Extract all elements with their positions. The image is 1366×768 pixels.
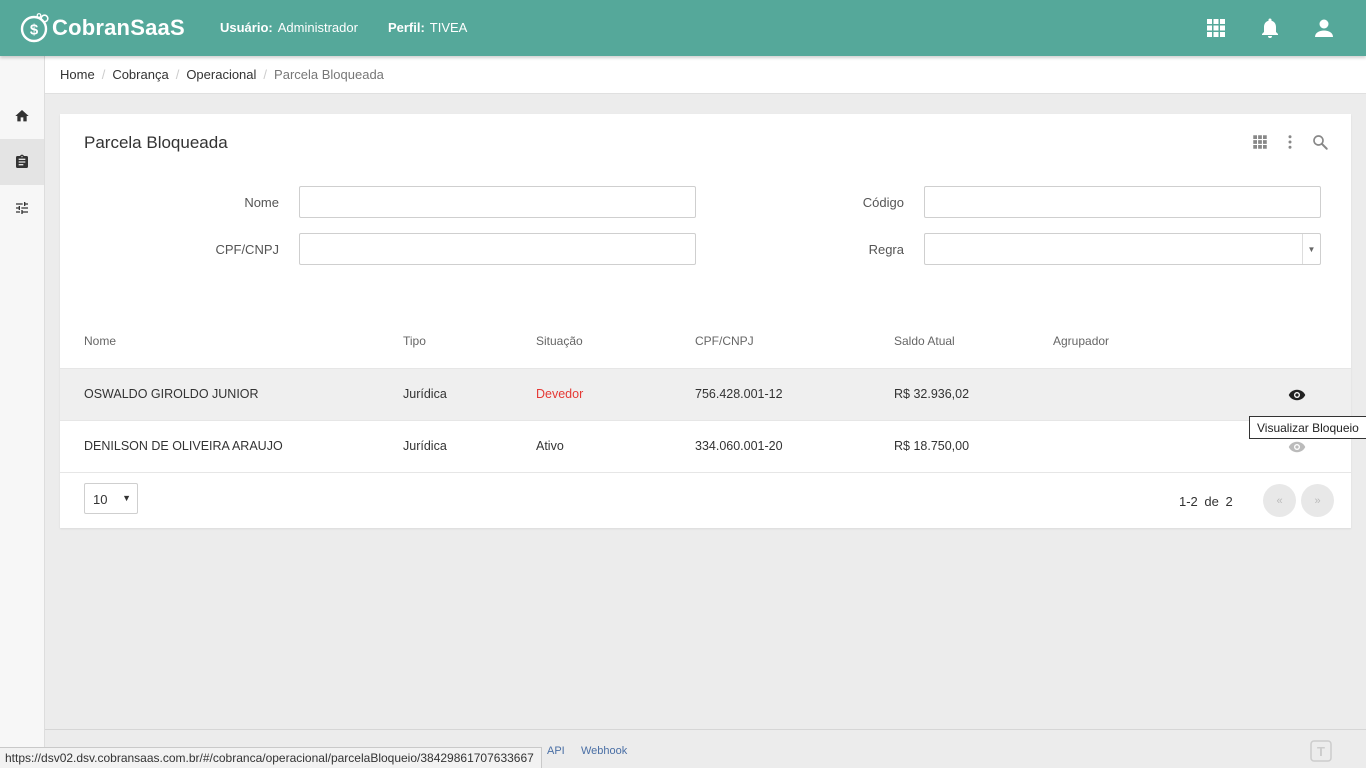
eye-icon[interactable] bbox=[1288, 387, 1306, 403]
cell-nome: DENILSON DE OLIVEIRA ARAUJO bbox=[84, 439, 283, 453]
cell-nome: OSWALDO GIROLDO JUNIOR bbox=[84, 387, 259, 401]
more-vert-icon[interactable] bbox=[1281, 133, 1299, 151]
cell-tipo: Jurídica bbox=[403, 439, 447, 453]
breadcrumb-separator: / bbox=[175, 67, 180, 82]
footer-link-api[interactable]: API bbox=[547, 745, 565, 757]
next-page-button[interactable]: » bbox=[1301, 484, 1334, 517]
user-info: Usuário: Administrador Perfil: TIVEA bbox=[220, 20, 467, 35]
profile-value: TIVEA bbox=[429, 20, 468, 35]
brand-logo-icon: T bbox=[1310, 740, 1332, 762]
breadcrumb-cobranca[interactable]: Cobrança bbox=[112, 67, 168, 82]
regra-select[interactable]: ▼ bbox=[924, 233, 1321, 265]
cell-situacao: Ativo bbox=[536, 439, 564, 453]
cell-saldo-atual: R$ 18.750,00 bbox=[894, 439, 970, 453]
pagination-info: 1-2 de 2 bbox=[1179, 494, 1233, 509]
cpf-cnpj-input[interactable] bbox=[299, 233, 696, 265]
search-icon[interactable] bbox=[1311, 133, 1329, 151]
bell-icon[interactable] bbox=[1258, 16, 1282, 40]
user-field: Usuário: Administrador bbox=[220, 20, 358, 35]
page-title: Parcela Bloqueada bbox=[84, 133, 228, 152]
logo-icon: $ bbox=[20, 13, 49, 43]
regra-label: Regra bbox=[868, 242, 904, 257]
sidebar bbox=[0, 56, 45, 768]
profile-label: Perfil: bbox=[387, 20, 425, 35]
clipboard-icon bbox=[16, 154, 28, 168]
column-header-cpf-cnpj[interactable]: CPF/CNPJ bbox=[695, 334, 754, 348]
grid-view-icon[interactable] bbox=[1251, 133, 1269, 151]
pagination-total: 2 bbox=[1225, 494, 1233, 509]
breadcrumb-home[interactable]: Home bbox=[60, 67, 95, 82]
breadcrumb: Home / Cobrança / Operacional / Parcela … bbox=[45, 56, 1366, 94]
pagination-range: 1-2 bbox=[1179, 494, 1198, 509]
chevron-down-icon: ▼ bbox=[122, 493, 131, 503]
cell-cpf-cnpj: 334.060.001-20 bbox=[695, 439, 783, 453]
chevron-down-icon: ▼ bbox=[1302, 234, 1320, 264]
svg-text:T: T bbox=[1317, 744, 1325, 759]
user-label: Usuário: bbox=[220, 20, 273, 35]
pagination-of: de bbox=[1204, 494, 1219, 509]
top-app-bar: $ CobranSaaS Usuário: Administrador Perfi… bbox=[0, 0, 1366, 56]
footer-link-webhook[interactable]: Webhook bbox=[581, 745, 627, 757]
nome-input[interactable] bbox=[299, 186, 696, 218]
tooltip: Visualizar Bloqueio bbox=[1249, 416, 1366, 439]
cell-cpf-cnpj: 756.428.001-12 bbox=[695, 387, 783, 401]
column-header-agrupador[interactable]: Agrupador bbox=[1053, 334, 1109, 348]
app-logo[interactable]: $ CobranSaaS bbox=[20, 11, 185, 45]
table-row[interactable]: OSWALDO GIROLDO JUNIOR Jurídica Devedor … bbox=[60, 368, 1351, 420]
column-header-tipo[interactable]: Tipo bbox=[403, 334, 426, 348]
user-value: Administrador bbox=[277, 20, 358, 35]
breadcrumb-separator: / bbox=[263, 67, 268, 82]
sidebar-item-clipboard[interactable] bbox=[0, 139, 44, 185]
breadcrumb-separator: / bbox=[101, 67, 106, 82]
sidebar-item-settings[interactable] bbox=[0, 185, 44, 231]
cpf-cnpj-label: CPF/CNPJ bbox=[215, 242, 279, 257]
user-account-icon[interactable] bbox=[1312, 16, 1336, 40]
svg-text:$: $ bbox=[30, 22, 39, 39]
cell-saldo-atual: R$ 32.936,02 bbox=[894, 387, 970, 401]
previous-page-button[interactable]: « bbox=[1263, 484, 1296, 517]
page-size-value: 10 bbox=[93, 492, 108, 507]
cell-tipo: Jurídica bbox=[403, 387, 447, 401]
breadcrumb-current: Parcela Bloqueada bbox=[274, 67, 384, 82]
tune-icon bbox=[16, 202, 28, 214]
profile-field: Perfil: TIVEA bbox=[388, 20, 467, 35]
codigo-input[interactable] bbox=[924, 186, 1321, 218]
nome-label: Nome bbox=[244, 195, 279, 210]
column-header-saldo-atual[interactable]: Saldo Atual bbox=[894, 334, 955, 348]
eye-icon[interactable] bbox=[1288, 439, 1306, 455]
table-row[interactable]: DENILSON DE OLIVEIRA ARAUJO Jurídica Ati… bbox=[60, 420, 1351, 472]
apps-grid-icon[interactable] bbox=[1204, 16, 1228, 40]
codigo-label: Código bbox=[862, 195, 904, 210]
table-divider bbox=[60, 472, 1351, 473]
column-header-situacao[interactable]: Situação bbox=[536, 334, 583, 348]
home-icon bbox=[15, 110, 29, 122]
main-card: Parcela Bloqueada Nome Código CPF/CNPJ R… bbox=[60, 114, 1351, 528]
column-header-nome[interactable]: Nome bbox=[84, 334, 116, 348]
sidebar-item-home[interactable] bbox=[0, 93, 44, 139]
breadcrumb-operacional[interactable]: Operacional bbox=[186, 67, 256, 82]
app-name: CobranSaaS bbox=[52, 15, 185, 40]
browser-status-url: https://dsv02.dsv.cobransaas.com.br/#/co… bbox=[0, 747, 542, 768]
cell-situacao: Devedor bbox=[536, 387, 584, 401]
page-size-select[interactable]: 10 ▼ bbox=[84, 483, 138, 514]
